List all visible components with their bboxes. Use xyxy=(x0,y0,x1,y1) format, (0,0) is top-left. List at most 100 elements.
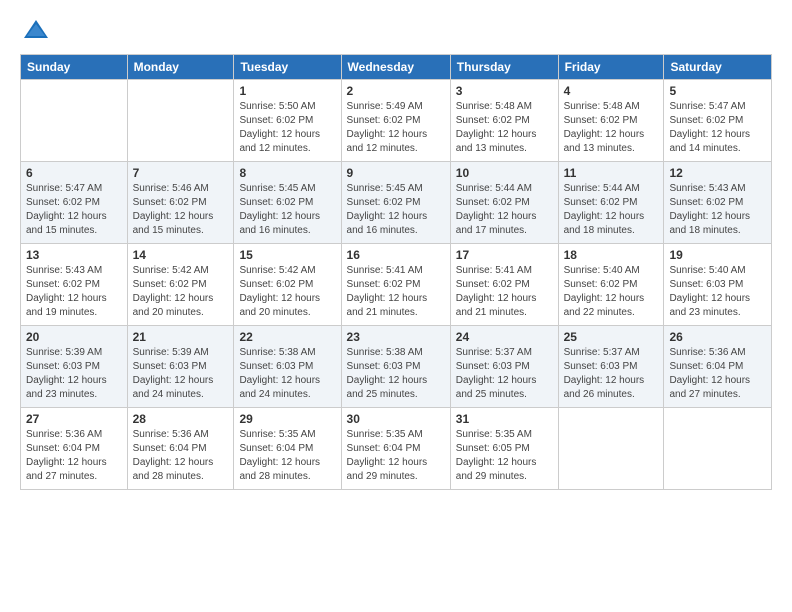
calendar-cell: 16 Sunrise: 5:41 AMSunset: 6:02 PMDayligh… xyxy=(341,244,450,326)
weekday-header-monday: Monday xyxy=(127,55,234,80)
day-number: 12 xyxy=(669,166,766,180)
calendar-cell: 27 Sunrise: 5:36 AMSunset: 6:04 PMDayligh… xyxy=(21,408,128,490)
calendar-cell: 29 Sunrise: 5:35 AMSunset: 6:04 PMDayligh… xyxy=(234,408,341,490)
weekday-header-friday: Friday xyxy=(558,55,664,80)
day-number: 26 xyxy=(669,330,766,344)
day-info: Sunrise: 5:36 AMSunset: 6:04 PMDaylight:… xyxy=(26,428,122,484)
calendar-body: 1 Sunrise: 5:50 AMSunset: 6:02 PMDaylight… xyxy=(21,80,772,490)
day-info: Sunrise: 5:47 AMSunset: 6:02 PMDaylight:… xyxy=(26,182,122,238)
calendar-cell: 26Sunrise: 5:36 AMSunset: 6:04 PMDayligh… xyxy=(664,326,772,408)
day-info: Sunrise: 5:50 AMSunset: 6:02 PMDaylight:… xyxy=(239,100,335,156)
day-info: Sunrise: 5:37 AMSunset: 6:03 PMDaylight:… xyxy=(564,346,659,402)
calendar-week-row: 27 Sunrise: 5:36 AMSunset: 6:04 PMDayligh… xyxy=(21,408,772,490)
calendar-cell: 23 Sunrise: 5:38 AMSunset: 6:03 PMDayligh… xyxy=(341,326,450,408)
day-info: Sunrise: 5:35 AMSunset: 6:04 PMDaylight:… xyxy=(347,428,445,484)
calendar-cell: 9 Sunrise: 5:45 AMSunset: 6:02 PMDaylight… xyxy=(341,162,450,244)
calendar-cell: 11 Sunrise: 5:44 AMSunset: 6:02 PMDayligh… xyxy=(558,162,664,244)
day-number: 11 xyxy=(564,166,659,180)
calendar-cell: 2 Sunrise: 5:49 AMSunset: 6:02 PMDaylight… xyxy=(341,80,450,162)
day-number: 29 xyxy=(239,412,335,426)
day-info: Sunrise: 5:45 AMSunset: 6:02 PMDaylight:… xyxy=(347,182,445,238)
day-number: 1 xyxy=(239,84,335,98)
calendar-cell: 4 Sunrise: 5:48 AMSunset: 6:02 PMDaylight… xyxy=(558,80,664,162)
calendar-cell: 14 Sunrise: 5:42 AMSunset: 6:02 PMDayligh… xyxy=(127,244,234,326)
day-number: 10 xyxy=(456,166,553,180)
calendar-cell: 25 Sunrise: 5:37 AMSunset: 6:03 PMDayligh… xyxy=(558,326,664,408)
day-info: Sunrise: 5:35 AMSunset: 6:04 PMDaylight:… xyxy=(239,428,335,484)
calendar-cell: 24Sunrise: 5:37 AMSunset: 6:03 PMDayligh… xyxy=(450,326,558,408)
day-number: 6 xyxy=(26,166,122,180)
day-number: 25 xyxy=(564,330,659,344)
day-info: Sunrise: 5:41 AMSunset: 6:02 PMDaylight:… xyxy=(456,264,553,320)
day-number: 31 xyxy=(456,412,553,426)
day-info: Sunrise: 5:48 AMSunset: 6:02 PMDaylight:… xyxy=(564,100,659,156)
day-number: 4 xyxy=(564,84,659,98)
calendar-cell: 10 Sunrise: 5:44 AMSunset: 6:02 PMDayligh… xyxy=(450,162,558,244)
day-number: 28 xyxy=(133,412,229,426)
day-info: Sunrise: 5:38 AMSunset: 6:03 PMDaylight:… xyxy=(239,346,335,402)
calendar-cell: 30 Sunrise: 5:35 AMSunset: 6:04 PMDayligh… xyxy=(341,408,450,490)
day-number: 3 xyxy=(456,84,553,98)
day-number: 18 xyxy=(564,248,659,262)
calendar-cell: 28 Sunrise: 5:36 AMSunset: 6:04 PMDayligh… xyxy=(127,408,234,490)
day-number: 16 xyxy=(347,248,445,262)
day-info: Sunrise: 5:42 AMSunset: 6:02 PMDaylight:… xyxy=(133,264,229,320)
day-number: 24 xyxy=(456,330,553,344)
calendar-cell: 19Sunrise: 5:40 AMSunset: 6:03 PMDayligh… xyxy=(664,244,772,326)
day-info: Sunrise: 5:42 AMSunset: 6:02 PMDaylight:… xyxy=(239,264,335,320)
day-info: Sunrise: 5:41 AMSunset: 6:02 PMDaylight:… xyxy=(347,264,445,320)
day-info: Sunrise: 5:40 AMSunset: 6:02 PMDaylight:… xyxy=(564,264,659,320)
weekday-header-sunday: Sunday xyxy=(21,55,128,80)
calendar-cell: 13Sunrise: 5:43 AMSunset: 6:02 PMDayligh… xyxy=(21,244,128,326)
day-info: Sunrise: 5:47 AMSunset: 6:02 PMDaylight:… xyxy=(669,100,766,156)
calendar-cell: 6 Sunrise: 5:47 AMSunset: 6:02 PMDaylight… xyxy=(21,162,128,244)
calendar-cell: 15Sunrise: 5:42 AMSunset: 6:02 PMDayligh… xyxy=(234,244,341,326)
day-info: Sunrise: 5:43 AMSunset: 6:02 PMDaylight:… xyxy=(26,264,122,320)
day-number: 9 xyxy=(347,166,445,180)
header xyxy=(20,16,772,44)
calendar-cell xyxy=(664,408,772,490)
day-number: 20 xyxy=(26,330,122,344)
weekday-header-tuesday: Tuesday xyxy=(234,55,341,80)
day-number: 2 xyxy=(347,84,445,98)
day-info: Sunrise: 5:49 AMSunset: 6:02 PMDaylight:… xyxy=(347,100,445,156)
day-number: 17 xyxy=(456,248,553,262)
page: SundayMondayTuesdayWednesdayThursdayFrid… xyxy=(0,0,792,612)
day-info: Sunrise: 5:44 AMSunset: 6:02 PMDaylight:… xyxy=(564,182,659,238)
day-info: Sunrise: 5:39 AMSunset: 6:03 PMDaylight:… xyxy=(133,346,229,402)
calendar-cell: 31Sunrise: 5:35 AMSunset: 6:05 PMDayligh… xyxy=(450,408,558,490)
day-info: Sunrise: 5:39 AMSunset: 6:03 PMDaylight:… xyxy=(26,346,122,402)
calendar-cell: 22 Sunrise: 5:38 AMSunset: 6:03 PMDayligh… xyxy=(234,326,341,408)
calendar-cell: 21 Sunrise: 5:39 AMSunset: 6:03 PMDayligh… xyxy=(127,326,234,408)
calendar-cell: 17 Sunrise: 5:41 AMSunset: 6:02 PMDayligh… xyxy=(450,244,558,326)
day-info: Sunrise: 5:43 AMSunset: 6:02 PMDaylight:… xyxy=(669,182,766,238)
day-number: 23 xyxy=(347,330,445,344)
logo xyxy=(20,16,50,44)
day-info: Sunrise: 5:36 AMSunset: 6:04 PMDaylight:… xyxy=(133,428,229,484)
calendar-week-row: 20 Sunrise: 5:39 AMSunset: 6:03 PMDayligh… xyxy=(21,326,772,408)
calendar-week-row: 6 Sunrise: 5:47 AMSunset: 6:02 PMDaylight… xyxy=(21,162,772,244)
day-number: 5 xyxy=(669,84,766,98)
calendar-week-row: 1 Sunrise: 5:50 AMSunset: 6:02 PMDaylight… xyxy=(21,80,772,162)
calendar-table: SundayMondayTuesdayWednesdayThursdayFrid… xyxy=(20,54,772,490)
day-info: Sunrise: 5:40 AMSunset: 6:03 PMDaylight:… xyxy=(669,264,766,320)
day-info: Sunrise: 5:46 AMSunset: 6:02 PMDaylight:… xyxy=(133,182,229,238)
day-info: Sunrise: 5:48 AMSunset: 6:02 PMDaylight:… xyxy=(456,100,553,156)
day-number: 7 xyxy=(133,166,229,180)
day-info: Sunrise: 5:44 AMSunset: 6:02 PMDaylight:… xyxy=(456,182,553,238)
day-number: 14 xyxy=(133,248,229,262)
calendar-cell: 3 Sunrise: 5:48 AMSunset: 6:02 PMDaylight… xyxy=(450,80,558,162)
day-number: 22 xyxy=(239,330,335,344)
day-number: 8 xyxy=(239,166,335,180)
logo-icon xyxy=(22,16,50,44)
day-number: 30 xyxy=(347,412,445,426)
day-info: Sunrise: 5:38 AMSunset: 6:03 PMDaylight:… xyxy=(347,346,445,402)
calendar-cell xyxy=(21,80,128,162)
calendar-cell: 5 Sunrise: 5:47 AMSunset: 6:02 PMDaylight… xyxy=(664,80,772,162)
calendar-cell: 7 Sunrise: 5:46 AMSunset: 6:02 PMDaylight… xyxy=(127,162,234,244)
day-number: 27 xyxy=(26,412,122,426)
calendar-cell: 20 Sunrise: 5:39 AMSunset: 6:03 PMDayligh… xyxy=(21,326,128,408)
day-info: Sunrise: 5:45 AMSunset: 6:02 PMDaylight:… xyxy=(239,182,335,238)
day-number: 21 xyxy=(133,330,229,344)
calendar-cell xyxy=(127,80,234,162)
